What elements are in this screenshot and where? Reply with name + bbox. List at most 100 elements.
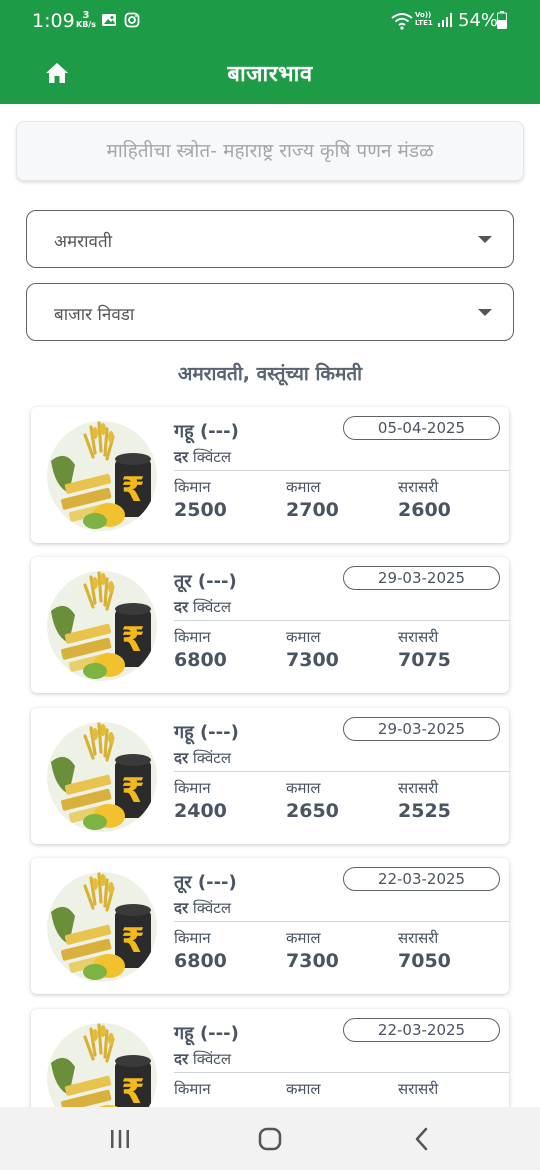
divider	[174, 921, 509, 922]
rate-label: दर	[174, 448, 189, 466]
svg-text:₹: ₹	[121, 1072, 145, 1107]
min-price: किमान 6800	[174, 627, 227, 671]
avg-value: 7050	[398, 950, 451, 972]
max-label: कमाल	[286, 929, 321, 947]
avg-price: सरासरी 7075	[398, 627, 451, 671]
district-select-value: अमरावती	[54, 232, 113, 252]
network-speed-unit: KB/s	[76, 20, 96, 29]
divider	[174, 771, 509, 772]
volte-indicator: Vo)) LTE1	[415, 11, 433, 27]
avg-value: 2525	[398, 800, 451, 822]
app-bar: बाजारभाव	[0, 44, 540, 104]
page-title: बाजारभाव	[227, 62, 313, 87]
divider	[174, 620, 509, 621]
max-value: 2650	[286, 800, 339, 822]
price-list[interactable]: ₹ गहू (---) 05-04-2025 दर क्विंटल किमान …	[0, 400, 540, 1107]
max-label: कमाल	[286, 478, 321, 496]
market-select-placeholder: बाजार निवडा	[54, 305, 135, 325]
min-value: 6800	[174, 950, 227, 972]
commodity-name: गहू (---)	[174, 421, 239, 442]
dropdown-arrow-icon	[478, 236, 492, 243]
avg-price: सरासरी 7050	[398, 928, 451, 972]
rate-unit: दर क्विंटल	[174, 748, 231, 768]
divider	[174, 470, 509, 471]
price-card[interactable]: ₹ तूर (---) 29-03-2025 दर क्विंटल किमान …	[31, 557, 509, 693]
price-date: 22-03-2025	[343, 867, 500, 891]
min-price: किमान 2400	[174, 778, 227, 822]
commodity-image: ₹	[47, 421, 157, 531]
back-icon[interactable]	[405, 1121, 441, 1157]
rate-unit: दर क्विंटल	[174, 898, 231, 918]
avg-value: 7075	[398, 649, 451, 671]
rate-label: दर	[174, 899, 189, 917]
commodity-image: ₹	[47, 872, 157, 982]
max-price: कमाल 7300	[286, 928, 339, 972]
svg-text:₹: ₹	[121, 921, 145, 961]
instagram-icon	[124, 12, 140, 28]
max-price: कमाल 2700	[286, 477, 339, 521]
rate-label: दर	[174, 749, 189, 767]
min-value: 6800	[174, 649, 227, 671]
wifi-icon	[391, 13, 413, 30]
price-card[interactable]: ₹ गहू (---) 29-03-2025 दर क्विंटल किमान …	[31, 708, 509, 844]
unit-label: क्विंटल	[192, 749, 232, 767]
unit-label: क्विंटल	[192, 1050, 232, 1068]
max-price: कमाल 7300	[286, 627, 339, 671]
max-price: कमाल	[286, 1079, 321, 1101]
unit-label: क्विंटल	[192, 899, 232, 917]
max-label: कमाल	[286, 779, 321, 797]
price-card[interactable]: ₹ गहू (---) 05-04-2025 दर क्विंटल किमान …	[31, 407, 509, 543]
commodity-image: ₹	[47, 1023, 157, 1107]
battery-icon	[497, 11, 507, 29]
rate-unit: दर क्विंटल	[174, 597, 231, 617]
home-circle-icon[interactable]	[252, 1121, 288, 1157]
network-speed: 3 KB/s	[76, 11, 96, 30]
max-label: कमाल	[286, 1080, 321, 1098]
min-label: किमान	[174, 929, 211, 947]
lte-label: LTE1	[415, 19, 433, 27]
signal-icon	[438, 13, 452, 27]
system-nav-bar	[0, 1107, 540, 1170]
avg-price: सरासरी	[398, 1079, 438, 1101]
avg-label: सरासरी	[398, 1080, 439, 1098]
commodity-image: ₹	[47, 722, 157, 832]
status-bar: 1:09 3 KB/s Vo)) LTE1 54%	[0, 0, 540, 44]
max-value: 7300	[286, 950, 339, 972]
rate-unit: दर क्विंटल	[174, 447, 231, 467]
price-date: 22-03-2025	[343, 1018, 500, 1042]
min-label: किमान	[174, 779, 211, 797]
min-label: किमान	[174, 478, 211, 496]
rate-label: दर	[174, 598, 189, 616]
avg-price: सरासरी 2525	[398, 778, 451, 822]
svg-text:₹: ₹	[121, 771, 145, 811]
avg-label: सरासरी	[398, 929, 439, 947]
min-label: किमान	[174, 628, 211, 646]
min-value: 2500	[174, 499, 227, 521]
max-value: 7300	[286, 649, 339, 671]
district-select[interactable]: अमरावती	[26, 210, 514, 268]
rate-unit: दर क्विंटल	[174, 1049, 231, 1069]
market-select[interactable]: बाजार निवडा	[26, 283, 514, 341]
avg-label: सरासरी	[398, 478, 439, 496]
min-label: किमान	[174, 1080, 211, 1098]
rate-label: दर	[174, 1050, 189, 1068]
avg-value: 2600	[398, 499, 451, 521]
commodity-name: गहू (---)	[174, 1023, 239, 1044]
max-price: कमाल 2650	[286, 778, 339, 822]
svg-text:₹: ₹	[121, 470, 145, 510]
section-heading: अमरावती, वस्तूंच्या किमती	[177, 363, 363, 385]
avg-label: सरासरी	[398, 628, 439, 646]
price-card[interactable]: ₹ तूर (---) 22-03-2025 दर क्विंटल किमान …	[31, 858, 509, 994]
divider	[174, 1072, 509, 1073]
avg-price: सरासरी 2600	[398, 477, 451, 521]
battery-percent: 54%	[458, 10, 499, 31]
status-time: 1:09	[32, 10, 75, 32]
price-card[interactable]: ₹ गहू (---) 22-03-2025 दर क्विंटल किमान …	[31, 1009, 509, 1107]
min-price: किमान 6800	[174, 928, 227, 972]
dropdown-arrow-icon	[478, 309, 492, 316]
min-price: किमान 2500	[174, 477, 227, 521]
gallery-icon	[102, 14, 116, 26]
recents-icon[interactable]	[102, 1121, 138, 1157]
min-value: 2400	[174, 800, 227, 822]
avg-label: सरासरी	[398, 779, 439, 797]
